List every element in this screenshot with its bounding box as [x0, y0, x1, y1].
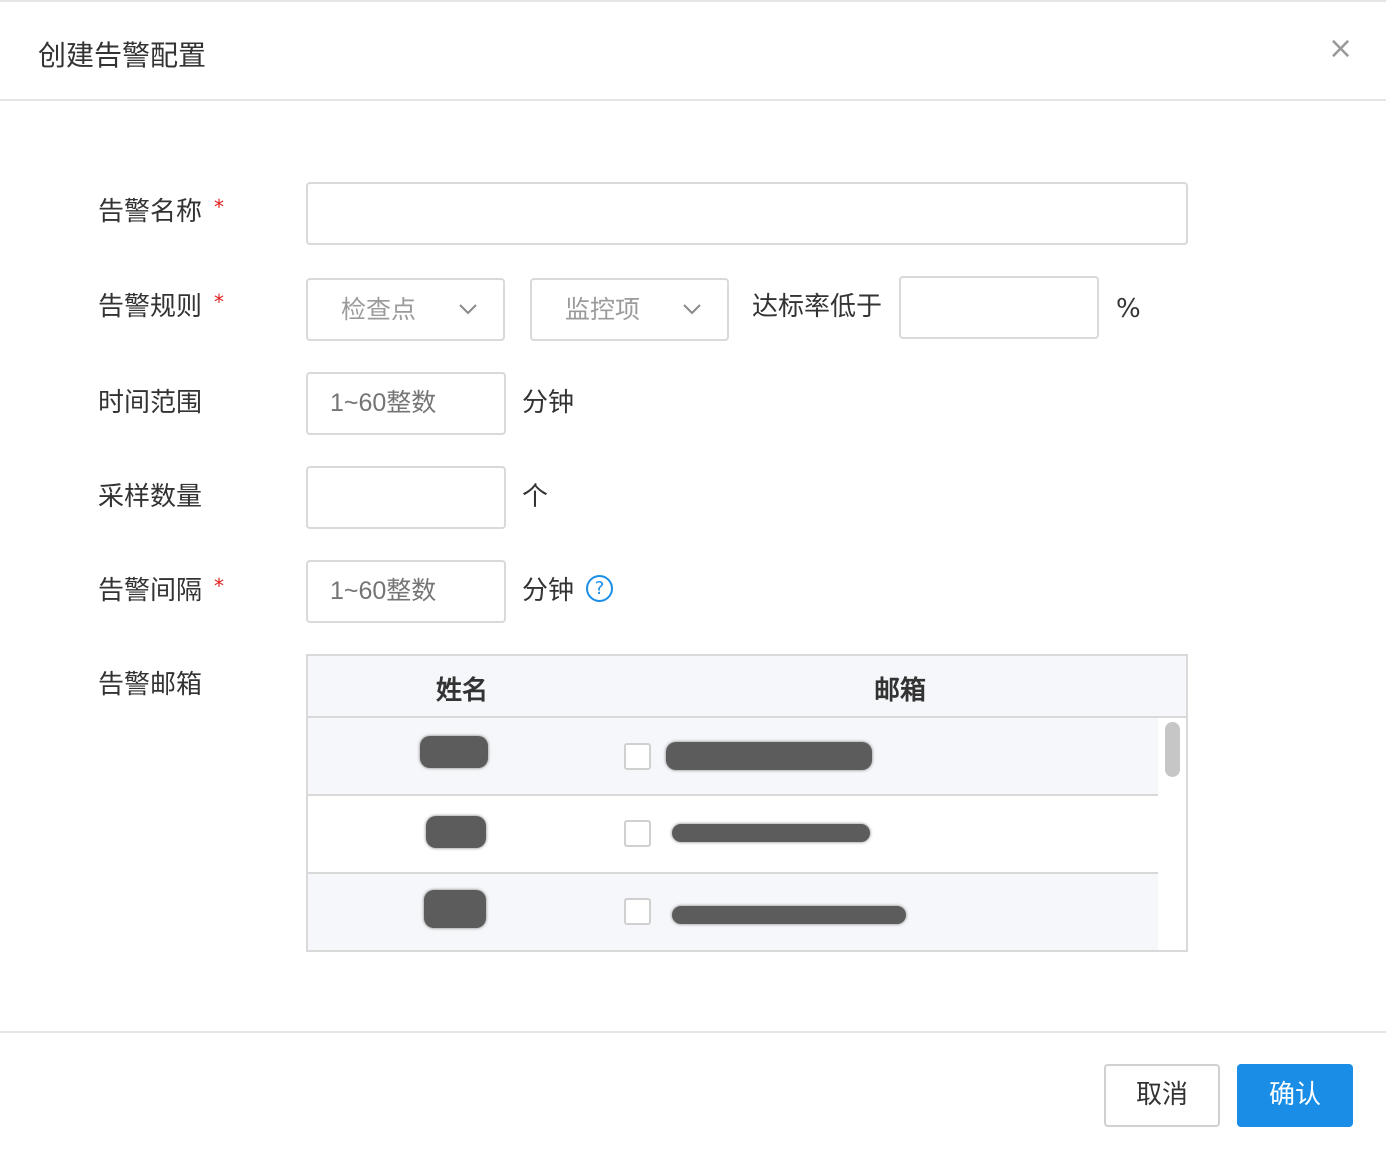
dialog-title: 创建告警配置 — [38, 39, 207, 72]
chevron-down-icon — [459, 304, 477, 315]
column-header-name: 姓名 — [436, 676, 489, 706]
required-mark: * — [214, 195, 225, 219]
chevron-down-icon — [683, 304, 701, 315]
time-range-label: 时间范围 — [98, 388, 203, 418]
percent-unit: % — [1116, 294, 1141, 324]
alert-email-label: 告警邮箱 — [98, 670, 203, 700]
checkpoint-select-value: 检查点 — [341, 295, 417, 324]
sample-count-label: 采样数量 — [98, 482, 203, 512]
scrollbar-thumb[interactable] — [1165, 722, 1180, 777]
dialog-header: 创建告警配置 × — [0, 0, 1386, 101]
sample-count-input[interactable] — [306, 466, 506, 529]
monitor-item-select-value: 监控项 — [565, 295, 641, 324]
help-icon[interactable]: ? — [586, 575, 613, 602]
cancel-button[interactable]: 取消 — [1104, 1064, 1220, 1127]
threshold-input[interactable] — [899, 276, 1099, 339]
redacted-name — [420, 736, 488, 768]
required-mark: * — [214, 290, 225, 314]
alert-interval-input[interactable] — [306, 560, 506, 623]
checkpoint-select[interactable]: 检查点 — [306, 278, 505, 341]
alert-name-label: 告警名称 * — [98, 195, 225, 227]
threshold-text: 达标率低于 — [752, 292, 883, 322]
time-range-input[interactable] — [306, 372, 506, 435]
top-divider — [0, 0, 1386, 2]
required-mark: * — [214, 574, 225, 598]
table-row[interactable] — [308, 718, 1158, 796]
sample-count-unit: 个 — [522, 482, 549, 512]
table-header: 姓名 邮箱 — [308, 656, 1186, 718]
time-range-unit: 分钟 — [522, 388, 575, 418]
alert-interval-unit: 分钟 — [522, 576, 575, 606]
email-checkbox[interactable] — [624, 743, 651, 770]
table-row[interactable] — [308, 796, 1158, 874]
monitor-item-select[interactable]: 监控项 — [530, 278, 729, 341]
confirm-button[interactable]: 确认 — [1237, 1064, 1353, 1127]
email-checkbox[interactable] — [624, 820, 651, 847]
close-icon[interactable]: × — [1328, 32, 1353, 66]
redacted-email — [672, 906, 906, 924]
redacted-name — [426, 816, 486, 848]
column-header-email: 邮箱 — [874, 676, 927, 706]
alert-rule-label: 告警规则 * — [98, 290, 225, 322]
email-checkbox[interactable] — [624, 898, 651, 925]
redacted-name — [424, 890, 486, 928]
alert-name-input[interactable] — [306, 182, 1188, 245]
footer-divider — [0, 1031, 1386, 1033]
redacted-email — [666, 742, 872, 770]
table-row[interactable] — [308, 874, 1158, 950]
redacted-email — [672, 824, 870, 842]
table-scrollbar[interactable] — [1158, 718, 1186, 950]
alert-interval-label: 告警间隔 * — [98, 574, 225, 606]
email-table: 姓名 邮箱 — [306, 654, 1188, 952]
